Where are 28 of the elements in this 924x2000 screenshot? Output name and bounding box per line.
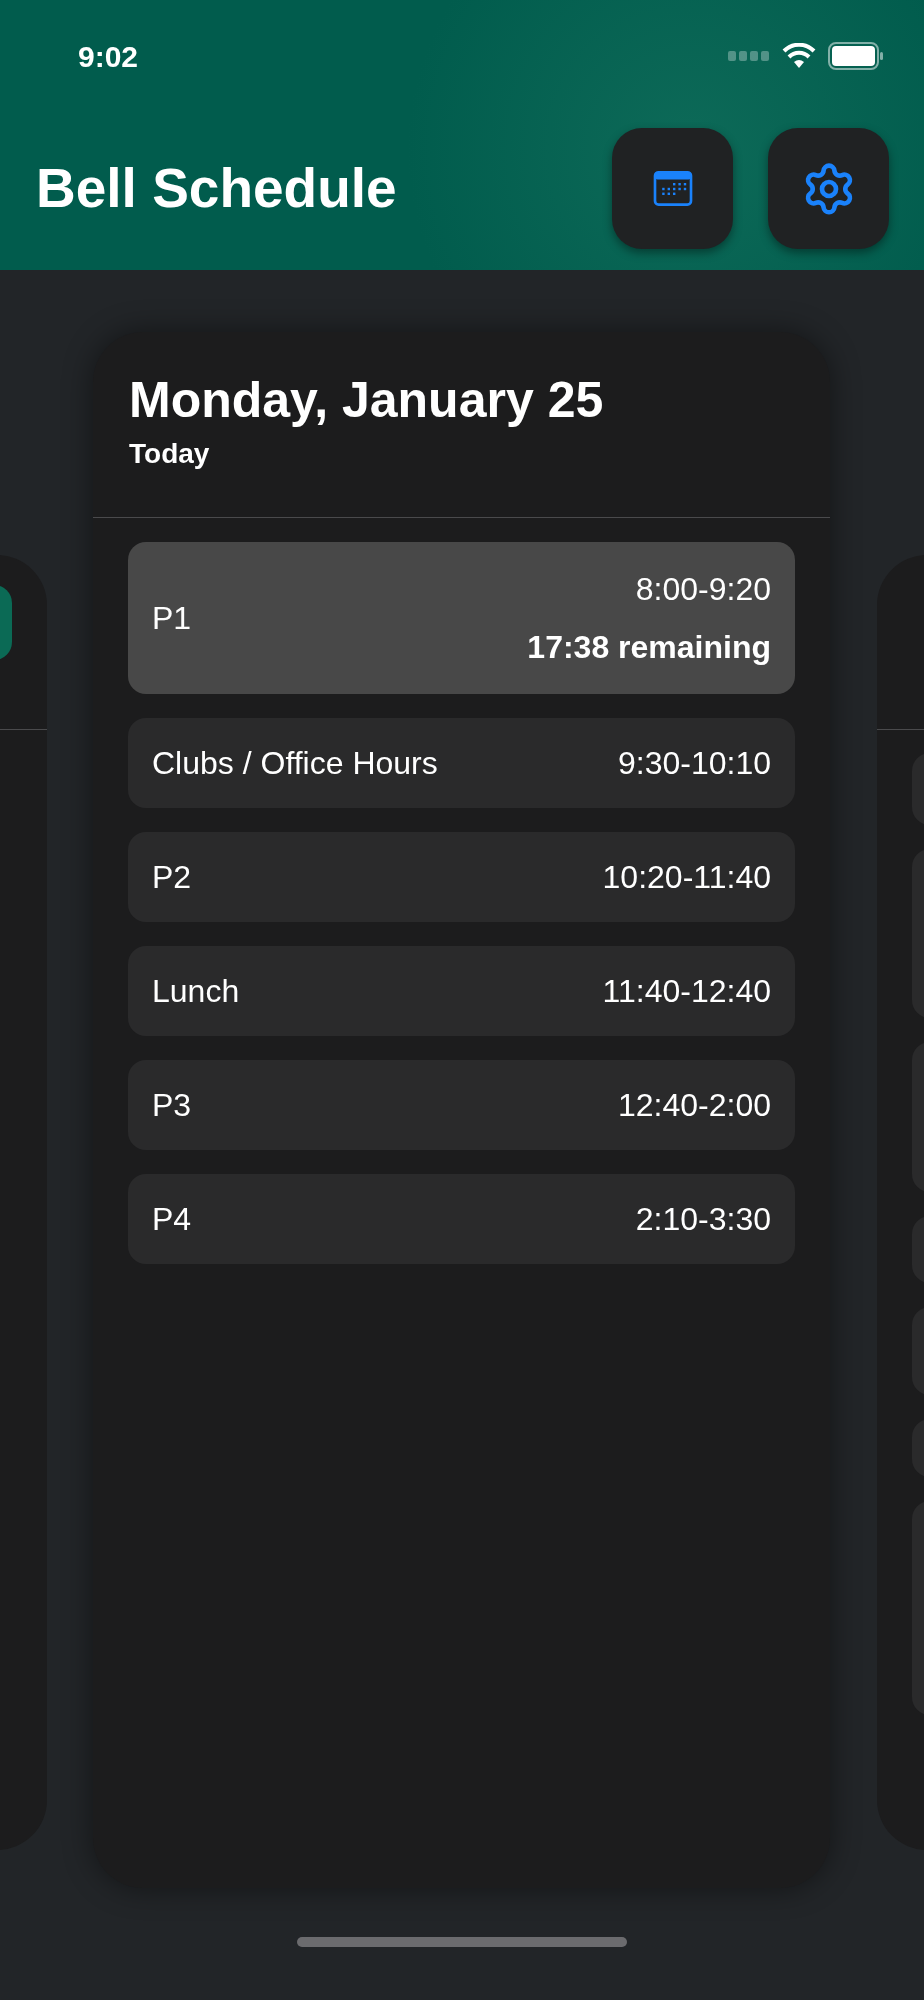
period-name: Clubs / Office Hours [152, 744, 438, 783]
battery-icon [828, 42, 884, 70]
period-name: P4 [152, 1200, 192, 1239]
signal-icon [728, 51, 770, 61]
calendar-button[interactable] [612, 128, 733, 249]
period-name: Lunch [152, 972, 240, 1011]
app-title: Bell Schedule [36, 156, 397, 222]
period-time: 11:40-12:40 [602, 972, 771, 1011]
day-subtitle: Today [129, 437, 211, 471]
time-remaining: 17:38 remaining [527, 628, 771, 667]
period-name: P2 [152, 858, 192, 897]
period-time: 9:30-10:10 [618, 744, 771, 783]
period-row[interactable]: P3 12:40-2:00 [128, 1060, 795, 1150]
day-title: Monday, January 25 [129, 371, 605, 430]
wifi-icon [782, 43, 816, 69]
period-time: 10:20-11:40 [602, 858, 771, 897]
period-row[interactable]: P1 8:00-9:20 17:38 remaining [128, 542, 795, 694]
period-time: 12:40-2:00 [618, 1086, 771, 1125]
period-name: P3 [152, 1086, 192, 1125]
status-time: 9:02 [78, 38, 139, 75]
period-time: 8:00-9:20 [635, 570, 771, 609]
period-name: P1 [152, 599, 192, 638]
period-row[interactable]: P2 10:20-11:40 [128, 832, 795, 922]
period-row[interactable]: P4 2:10-3:30 [128, 1174, 795, 1264]
period-row[interactable]: Clubs / Office Hours 9:30-10:10 [128, 718, 795, 808]
period-time: 2:10-3:30 [635, 1200, 771, 1239]
period-row[interactable]: Lunch 11:40-12:40 [128, 946, 795, 1036]
settings-button[interactable] [768, 128, 889, 249]
